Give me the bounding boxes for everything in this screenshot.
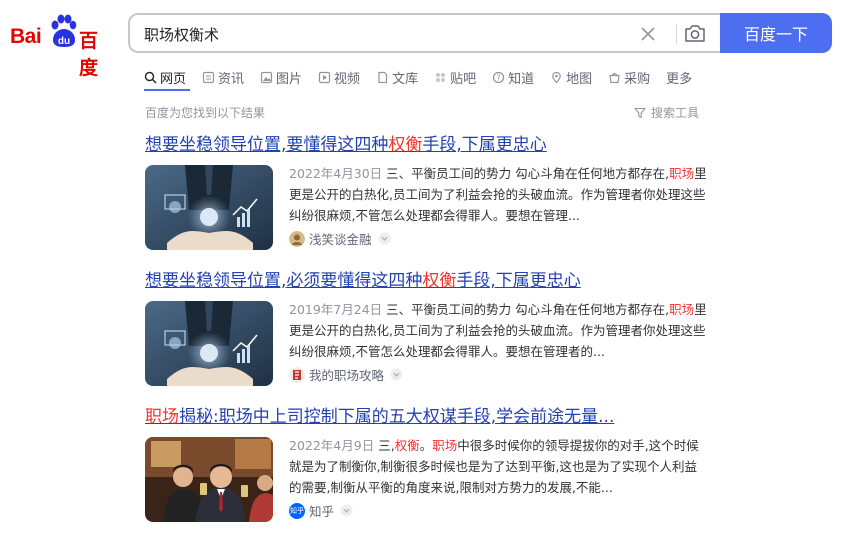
result-thumbnail[interactable]: [145, 165, 273, 250]
result-title-link[interactable]: 职场揭秘:职场中上司控制下属的五大权谋手段,学会前途无量...: [145, 405, 725, 429]
result-title-link[interactable]: 想要坐稳领导位置,必须要懂得这四种权衡手段,下属更忠心: [145, 269, 725, 293]
result-source[interactable]: 知乎 知乎: [289, 501, 353, 520]
snippet-highlight: 职场: [669, 166, 695, 181]
tab-label: 贴吧: [450, 71, 477, 87]
chevron-down-icon[interactable]: [378, 232, 391, 245]
business-hands-globe-image: [145, 165, 273, 250]
result-source[interactable]: 我的职场攻略: [289, 365, 403, 384]
chevron-down-icon[interactable]: [390, 368, 403, 381]
source-name: 浅笑谈金融: [309, 232, 372, 247]
camera-icon[interactable]: [683, 22, 707, 44]
tab-zhidao[interactable]: ? 知道: [492, 66, 534, 88]
search-divider: [676, 24, 677, 44]
office-toast-image: [145, 437, 273, 522]
logo-text-baidu: 百度: [79, 30, 98, 79]
image-icon: [260, 71, 273, 83]
snippet-text: 三、平衡员工间的势力 勾心斗角在任何地方都存在,: [386, 166, 670, 181]
tab-label: 更多: [666, 71, 693, 87]
source-avatar-icon: [289, 230, 305, 247]
question-icon: ?: [492, 71, 505, 83]
search-result: 想要坐稳领导位置,要懂得这四种权衡手段,下属更忠心 2022年4月30日 三、平衡…: [145, 133, 725, 250]
tab-caigou[interactable]: 采购: [608, 66, 650, 88]
paw-icon: du: [51, 14, 77, 47]
source-name: 我的职场攻略: [309, 368, 385, 383]
tab-more[interactable]: 更多: [666, 66, 692, 88]
tab-tieba[interactable]: 贴吧: [434, 66, 476, 88]
snippet-text: 。: [419, 438, 433, 453]
tab-label: 地图: [566, 71, 593, 87]
map-icon: [552, 71, 561, 83]
result-snippet: 2019年7月24日 三、平衡员工间的势力 勾心斗角在任何地方都存在,职场里更是公…: [289, 299, 709, 362]
snippet-highlight: 权衡: [394, 438, 420, 453]
search-tools-label: 搜索工具: [651, 106, 700, 120]
title-highlight: 职场: [145, 407, 179, 427]
svg-text:?: ?: [496, 73, 500, 82]
result-snippet: 2022年4月30日 三、平衡员工间的势力 勾心斗角在任何地方都存在,职场里更是公…: [289, 163, 709, 226]
tab-label: 资讯: [218, 71, 245, 87]
result-date: 2022年4月9日: [289, 438, 375, 453]
tab-map[interactable]: 地图: [550, 66, 592, 88]
zhihu-icon: 知乎: [289, 502, 305, 519]
tab-label: 图片: [276, 71, 303, 87]
search-result: 职场揭秘:职场中上司控制下属的五大权谋手段,学会前途无量... 2022年4月9…: [145, 405, 725, 522]
tab-label: 采购: [624, 71, 651, 87]
search-result: 想要坐稳领导位置,必须要懂得这四种权衡手段,下属更忠心 2019年7月24日 三、…: [145, 269, 725, 386]
source-avatar-icon: [289, 366, 305, 383]
title-text: 手段,下属更忠心: [456, 271, 581, 291]
snippet-highlight: 职场: [669, 302, 695, 317]
tab-label: 网页: [160, 71, 187, 87]
svg-text:du: du: [58, 36, 70, 47]
chevron-down-icon[interactable]: [340, 504, 353, 517]
search-box: [128, 13, 728, 53]
result-date: 2022年4月30日: [289, 166, 383, 181]
search-icon: [144, 71, 157, 83]
result-thumbnail[interactable]: [145, 437, 273, 522]
clear-icon[interactable]: [638, 24, 658, 44]
title-text: 揭秘:职场中上司控制下属的五大权谋手段,学会前途无量...: [179, 407, 615, 427]
title-text: 想要坐稳领导位置,要懂得这四种: [145, 135, 389, 155]
tab-wenku[interactable]: 文库: [376, 66, 418, 88]
snippet-highlight: 职场: [432, 438, 458, 453]
result-thumbnail[interactable]: [145, 301, 273, 386]
source-name: 知乎: [309, 504, 335, 519]
news-icon: [202, 71, 215, 83]
result-date: 2019年7月24日: [289, 302, 383, 317]
title-text: 想要坐稳领导位置,必须要懂得这四种: [145, 271, 423, 291]
logo-text-bai: Bai: [10, 25, 42, 48]
search-input[interactable]: [144, 23, 624, 45]
tab-images[interactable]: 图片: [260, 66, 302, 88]
title-highlight: 权衡: [422, 271, 457, 291]
title-highlight: 权衡: [388, 135, 423, 155]
tab-web[interactable]: 网页: [144, 66, 186, 88]
result-count: 百度为您找到以下结果: [145, 106, 266, 120]
title-text: 手段,下属更忠心: [422, 135, 547, 155]
active-tab-indicator: [144, 89, 190, 91]
video-icon: [318, 71, 331, 83]
result-snippet: 2022年4月9日 三,权衡。职场中很多时候你的领导提拔你的对手,这个时候就是为了…: [289, 435, 709, 498]
tab-label: 视频: [334, 71, 361, 87]
snippet-text: 三、平衡员工间的势力 勾心斗角在任何地方都存在,: [386, 302, 670, 317]
tab-label: 知道: [508, 71, 535, 87]
result-title-link[interactable]: 想要坐稳领导位置,要懂得这四种权衡手段,下属更忠心: [145, 133, 725, 157]
tab-label: 文库: [392, 71, 419, 87]
search-button[interactable]: 百度一下: [720, 13, 832, 53]
filter-icon: [634, 107, 646, 118]
baidu-logo[interactable]: Bai du 百度: [10, 14, 114, 79]
tieba-icon: [436, 72, 446, 82]
shopping-icon: [609, 72, 620, 83]
search-tabs: 网页 资讯 图片 视频 文库 贴吧 ? 知道 地图 采购 更多: [144, 66, 708, 88]
business-hands-globe-image: [145, 301, 273, 386]
search-tools-button[interactable]: 搜索工具: [634, 104, 699, 121]
snippet-text: 三,: [378, 438, 395, 453]
document-icon: [378, 71, 388, 83]
tab-video[interactable]: 视频: [318, 66, 360, 88]
tab-news[interactable]: 资讯: [202, 66, 244, 88]
result-source[interactable]: 浅笑谈金融: [289, 229, 391, 248]
